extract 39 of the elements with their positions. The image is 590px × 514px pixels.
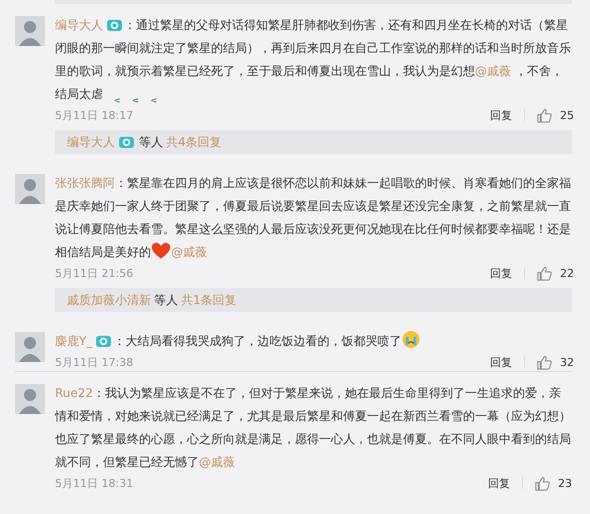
reply-link[interactable]: 回复 (490, 354, 512, 370)
username-link[interactable]: 张张张腾阿 (55, 176, 115, 190)
reply-count-link[interactable]: 共1条回复 (181, 293, 237, 307)
username-link[interactable]: 麋鹿Y_ (55, 334, 92, 348)
username-link[interactable]: 戚质加薇小清新 (67, 293, 151, 307)
thumbs-up-icon[interactable] (537, 354, 552, 370)
reply-link[interactable]: 回复 (490, 266, 512, 280)
comment-text: 麋鹿Y_ ：大结局看得我哭成狗了，边吃饭边看的，饭都哭喷了 (55, 330, 574, 353)
avatar-icon[interactable] (15, 332, 45, 362)
like-count: 32 (560, 356, 574, 368)
comment-text: 编导大人 ：通过繁星的父母对话得知繁星肝肺都收到伤害，还有和四月坐在长椅的对话（繁星闭眼的那一瞬间就注定了繁星的结局），再到后来四月在自己工作室说的那样的话和当时所放音乐里的歌词，就预示着繁星已经死了，至于最后和傅夏出现在雪山，我认为是幻想@戚薇 ，不舍，结局太虐 (55, 14, 574, 106)
crying-emoji-icon (401, 330, 422, 349)
thumbs-up-icon[interactable] (537, 108, 552, 122)
comment-text: Rue22：我认为繁星应该是不在了，但对于繁星来说，她在最后生命里得到了一生追求的爱，亲情和爱情，对她来说就已经满足了，尤其是最后繁星和傅夏一起在新西兰看雪的一幕（应为幻想）也应了繁星最终的心愿，心之所向就是满足，愿得一心人，也就是傅夏。在不同人眼中看到的结局就不同，但繁星已经无憾了@戚薇 (55, 385, 572, 471)
mention-link[interactable]: @戚薇 (475, 64, 511, 78)
thumbs-up-icon[interactable] (537, 266, 552, 280)
comment-text: 张张张腾阿：繁星靠在四月的肩上应该是很怀恋以前和妹妹一起唱歌的时候、肖寒看她们的全家福是庆幸她们一家人终于团聚了，傅夏最后说要繁星回去应该是繁星还没完全康复，之前繁星就一直说让傅夏陪他去看雪。繁星这么坚强的人最后应该没死更何况她现在比任何时候都要幸福呢！还是相信结局是美好的 @戚薇 (55, 175, 572, 262)
reply-count-link[interactable]: 共4条回复 (166, 135, 222, 149)
avatar-icon[interactable] (15, 174, 45, 204)
username-link[interactable]: 编导大人 (55, 18, 103, 32)
avatar-icon[interactable] (15, 16, 45, 46)
others-label: 等人 (139, 135, 163, 149)
others-label: 等人 (154, 293, 178, 307)
mention-link[interactable]: @戚薇 (199, 455, 235, 469)
thumbs-up-icon[interactable] (535, 476, 550, 490)
comment-time: 5月11日 18:31 (55, 476, 134, 490)
mention-link[interactable]: @戚薇 (171, 245, 207, 259)
username-link[interactable]: Rue22 (55, 386, 94, 400)
comment-time: 5月11日 17:38 (55, 354, 134, 370)
reply-link[interactable]: 回复 (488, 476, 510, 490)
comment-time: 5月11日 21:56 (55, 266, 134, 280)
like-count: 25 (560, 108, 574, 122)
avatar-icon[interactable] (15, 384, 45, 414)
comment-time: 5月11日 18:17 (55, 108, 134, 122)
like-count: 23 (558, 476, 572, 490)
like-count: 22 (560, 266, 574, 280)
reply-link[interactable]: 回复 (490, 108, 512, 122)
username-link[interactable]: 编导大人 (67, 135, 115, 149)
heart-emoji-icon (151, 241, 171, 260)
